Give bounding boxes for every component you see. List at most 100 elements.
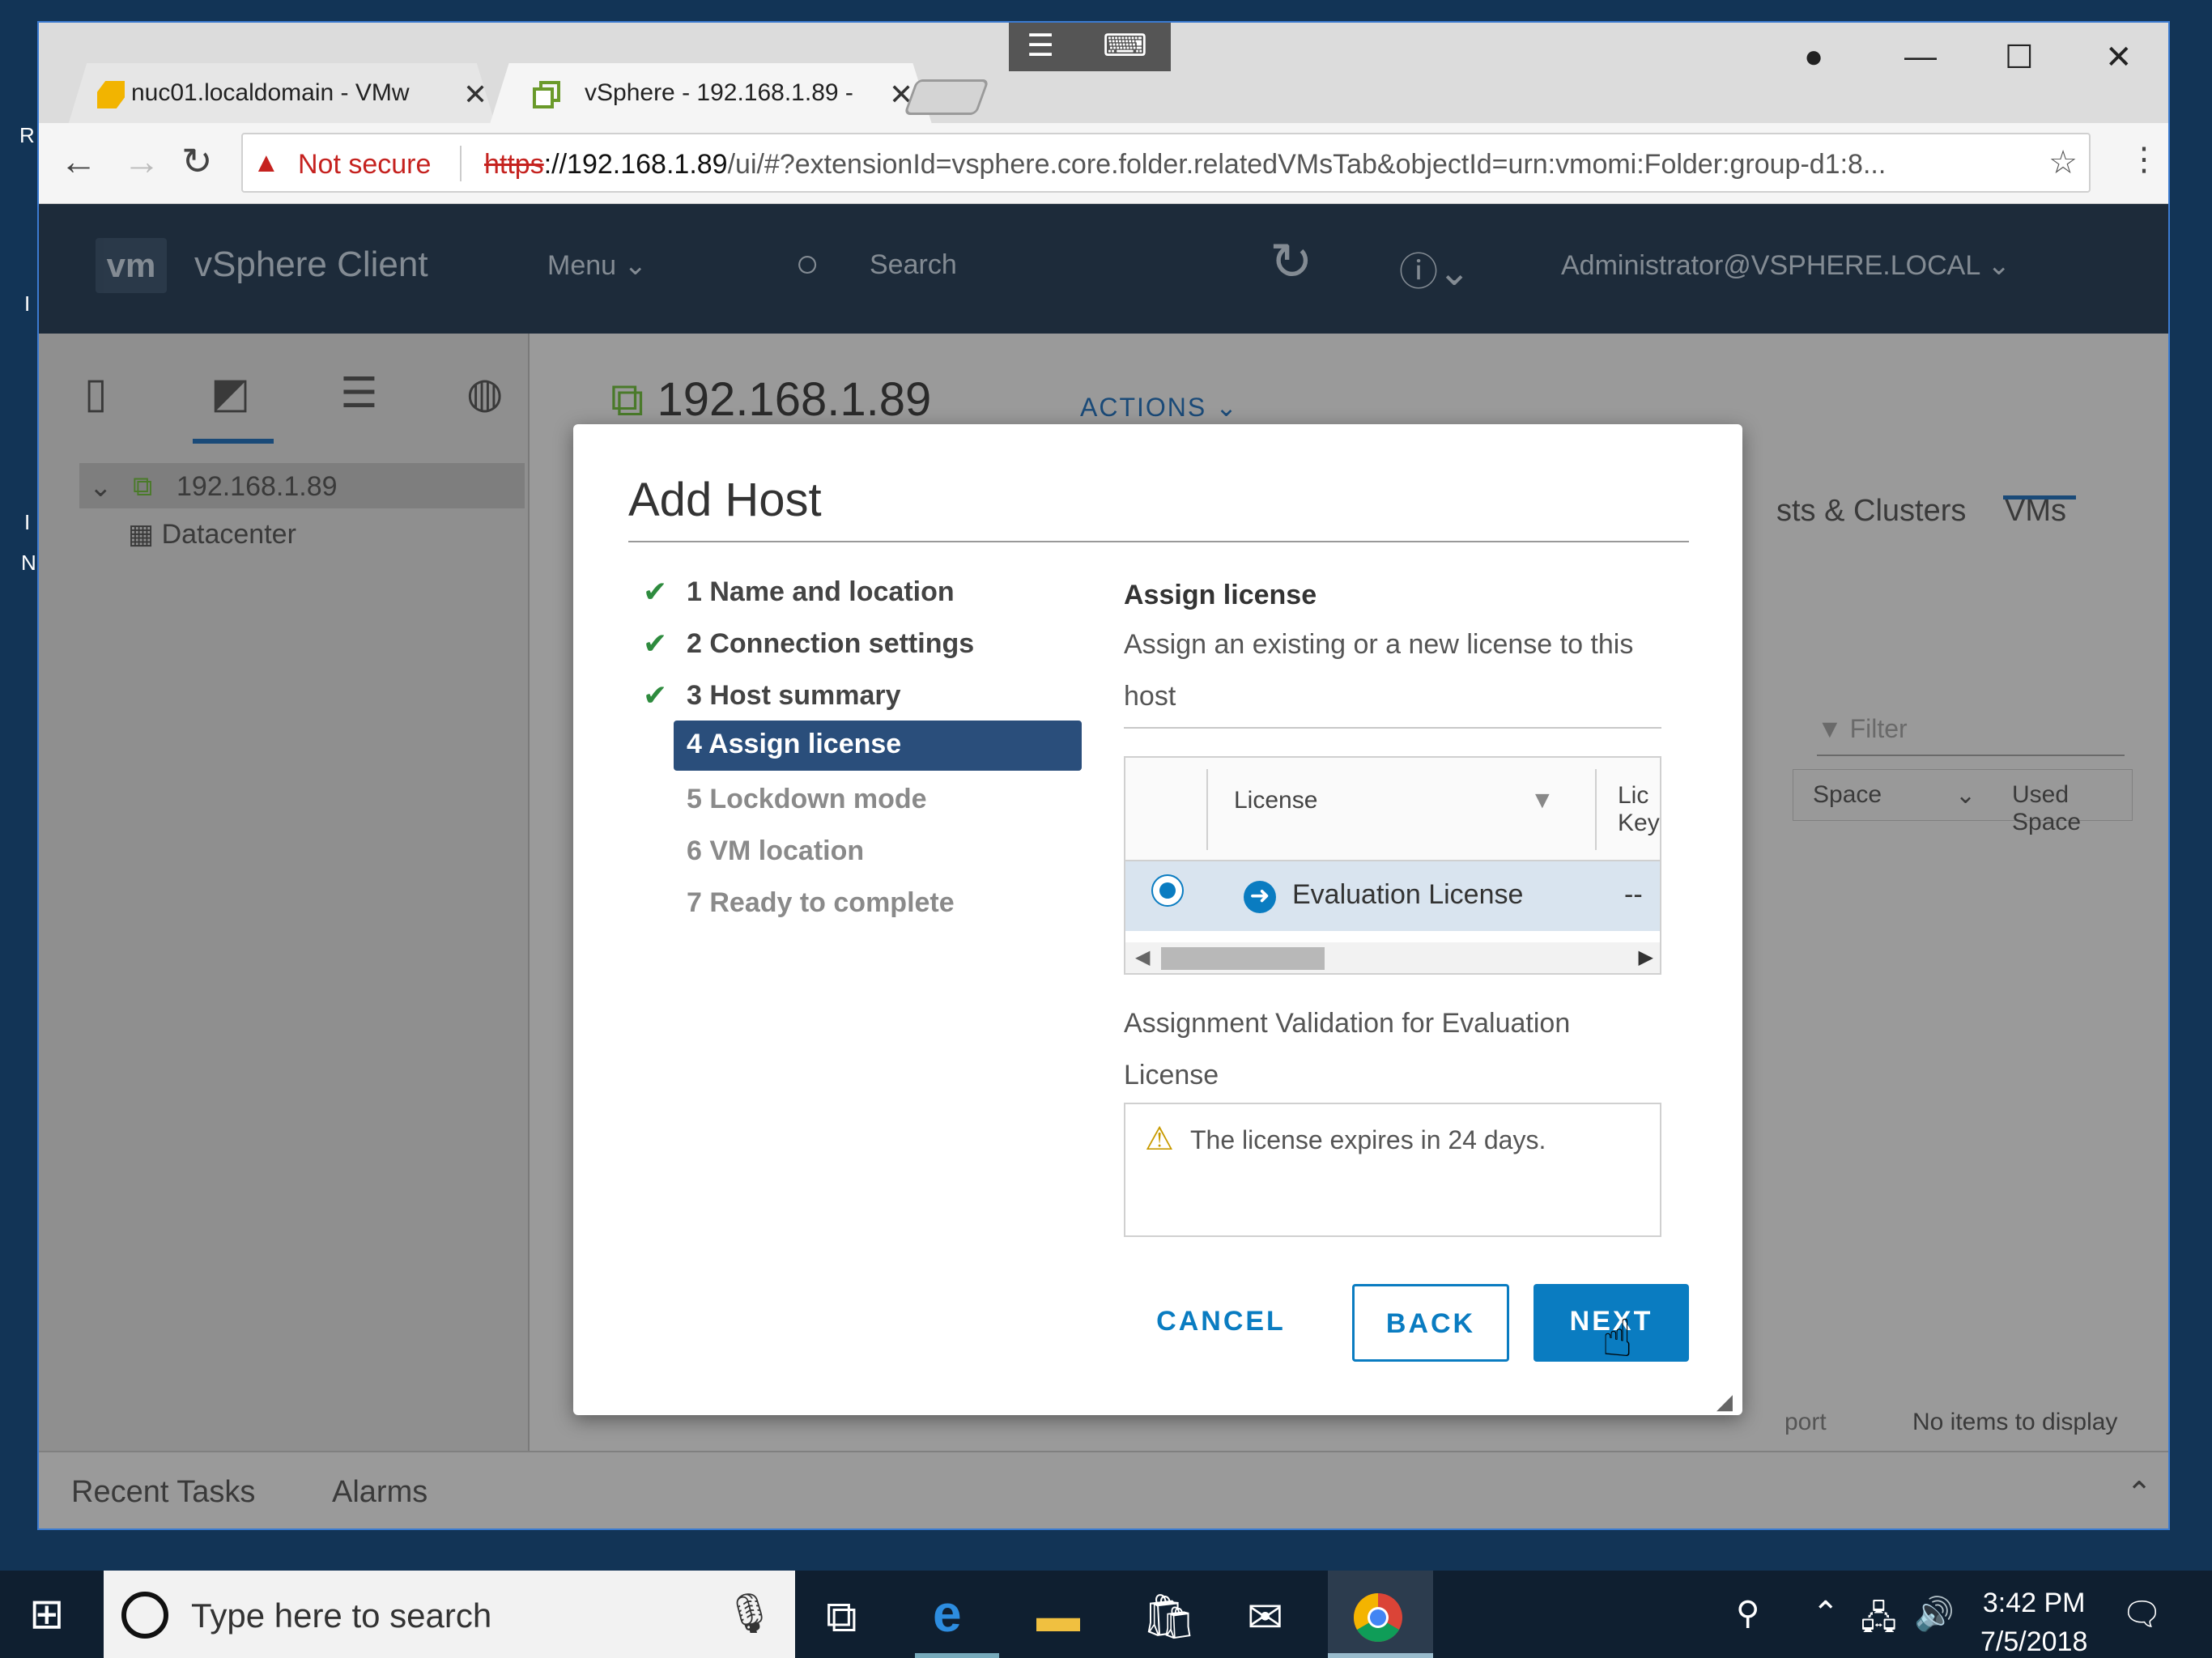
url-text[interactable]: https://192.168.1.89/ui/#?extensionId=vs… [484,149,1925,181]
file-explorer-icon[interactable]: ▬ [1036,1592,1080,1642]
alarms-tab[interactable]: Alarms [332,1475,428,1510]
tree-item-datacenter[interactable]: ▦ Datacenter [128,518,296,551]
search-input[interactable]: Search [870,249,957,281]
user-label: Administrator@VSPHERE.LOCAL [1561,250,1980,281]
app-title: vSphere Client [194,244,428,284]
table-row[interactable]: ➜ Evaluation License -- [1125,861,1660,931]
warning-icon: ▲ [253,147,280,178]
filter-icon: ▼ [1817,714,1850,743]
column-header[interactable]: Used Space [2012,781,2132,836]
action-center-icon[interactable]: 🗨 [2121,1595,2163,1633]
column-header[interactable]: Space [1813,781,1882,809]
help-icon[interactable]: ⓘ⌄ [1399,240,1470,296]
page-title-text: 192.168.1.89 [657,373,932,426]
hamburger-icon[interactable]: ☰ [1027,28,1054,64]
profile-icon[interactable]: ● [1804,39,1823,75]
address-bar[interactable]: ▲ Not secure https://192.168.1.89/ui/#?e… [241,133,2091,193]
running-indicator [915,1653,999,1658]
cancel-button[interactable]: CANCEL [1140,1284,1302,1362]
user-menu[interactable]: Administrator@VSPHERE.LOCAL ⌄ [1561,249,2010,282]
validation-box: ⚠ The license expires in 24 days. [1124,1103,1661,1237]
actions-label: ACTIONS [1080,393,1207,422]
chevron-up-icon[interactable]: ⌃ [1812,1595,1840,1632]
license-key: -- [1624,879,1643,910]
microphone-icon[interactable]: 🎙 [725,1590,774,1636]
page-title: ⧉ 192.168.1.89 [610,372,931,427]
tab-hosts-clusters[interactable]: sts & Clusters [1776,494,1966,529]
back-arrow-icon[interactable]: ← [60,139,97,183]
mail-icon[interactable]: ✉ [1247,1592,1283,1643]
resize-handle-icon[interactable]: ◢ [1716,1389,1733,1414]
step-ready-to-complete: 7 Ready to complete [687,887,955,918]
filter-placeholder: Filter [1849,714,1908,743]
chrome-icon[interactable] [1352,1592,1404,1654]
clock[interactable]: 3:42 PM 7/5/2018 [1980,1584,2087,1658]
volume-icon[interactable]: 🔊 [1914,1595,1955,1633]
store-icon[interactable]: 🛍 [1142,1592,1197,1643]
vcenter-icon: ⧉ [610,373,644,426]
tree-item-vcenter[interactable]: ⌄ ⧉ 192.168.1.89 [79,463,525,508]
tab-nuc01[interactable]: nuc01.localdomain - VMw ✕ [55,63,508,123]
remote-toolbar[interactable]: ☰ ⌨ [1009,23,1171,71]
new-tab-button[interactable] [903,79,990,115]
export-link[interactable]: port [1784,1409,1827,1436]
column-header-key[interactable]: Lic [1618,782,1648,810]
scroll-thumb[interactable] [1161,947,1325,970]
search-icon[interactable]: ○ [795,240,819,287]
expand-panel-icon[interactable]: ⌃ [2126,1475,2152,1511]
active-tab-indicator [2003,495,2076,500]
actions-menu[interactable]: ACTIONS ⌄ [1080,392,1239,423]
step-connection-settings[interactable]: 2 Connection settings [687,628,974,660]
filter-input[interactable]: ▼ Filter [1817,714,2125,756]
networking-icon[interactable]: ◍ [466,369,503,418]
column-header-license[interactable]: License [1234,787,1317,814]
maximize-icon[interactable]: ☐ [2005,39,2034,76]
warning-icon: ⚠ [1145,1121,1174,1157]
scroll-left-icon[interactable]: ◀ [1135,946,1150,969]
task-view-icon[interactable]: ⧉ [826,1592,857,1643]
step-host-summary[interactable]: 3 Host summary [687,680,901,712]
step-lockdown-mode: 5 Lockdown mode [687,784,927,814]
windows-start-icon[interactable]: ⊞ [29,1590,65,1639]
divider [1206,769,1208,850]
refresh-icon[interactable]: ↻ [1270,232,1313,292]
hosts-clusters-icon[interactable]: ▯ [84,369,108,418]
vms-templates-icon[interactable]: ◩ [211,369,250,418]
forward-arrow-icon[interactable]: → [123,139,160,183]
people-icon[interactable]: ⚲ [1736,1595,1759,1632]
network-icon[interactable]: 🖧 [1861,1595,1897,1650]
chevron-down-icon[interactable]: ⌄ [1955,781,1976,810]
radio-button[interactable] [1151,874,1184,907]
divider [460,146,462,181]
taskbar-search-box[interactable]: Type here to search 🎙 [104,1571,795,1658]
checkmark-icon: ✔ [643,627,668,660]
bottom-panel: Recent Tasks Alarms ⌃ [39,1451,2168,1528]
chevron-down-icon[interactable]: ⌄ [89,471,113,504]
close-window-icon[interactable]: ✕ [2105,39,2133,76]
reload-icon[interactable]: ↻ [181,139,213,183]
filter-icon[interactable]: ▼ [1530,787,1555,814]
url-path: /ui/#?extensionId=vsphere.core.folder.re… [727,149,1887,180]
edge-browser-icon[interactable]: e [933,1584,962,1643]
step-name-location[interactable]: 1 Name and location [687,576,955,608]
recent-tasks-tab[interactable]: Recent Tasks [71,1475,255,1510]
dialog-title: Add Host [628,474,822,526]
scroll-right-icon[interactable]: ▶ [1639,946,1653,969]
menu-button[interactable]: Menu ⌄ [547,249,647,282]
not-secure-label[interactable]: Not secure [298,149,431,181]
hand-cursor-icon: ☝ [1602,1309,1633,1367]
taskbar-search-placeholder: Type here to search [191,1596,492,1635]
step-assign-license[interactable]: 4 Assign license [674,721,1082,771]
checkmark-icon: ✔ [643,575,668,608]
bookmark-star-icon[interactable]: ☆ [2048,144,2078,181]
more-options-icon[interactable]: ⋮ [2128,141,2160,178]
storage-icon[interactable]: ☰ [340,369,378,418]
keyboard-icon[interactable]: ⌨ [1103,28,1147,64]
tab-vsphere[interactable]: vSphere - 192.168.1.89 - ✕ [476,63,946,123]
back-button[interactable]: BACK [1352,1284,1509,1362]
datacenter-icon: ▦ [128,519,155,550]
menu-label: Menu [547,250,617,281]
minimize-icon[interactable]: — [1904,39,1937,75]
horizontal-scrollbar[interactable]: ◀ ▶ [1125,942,1660,973]
checkmark-icon: ✔ [643,678,668,712]
